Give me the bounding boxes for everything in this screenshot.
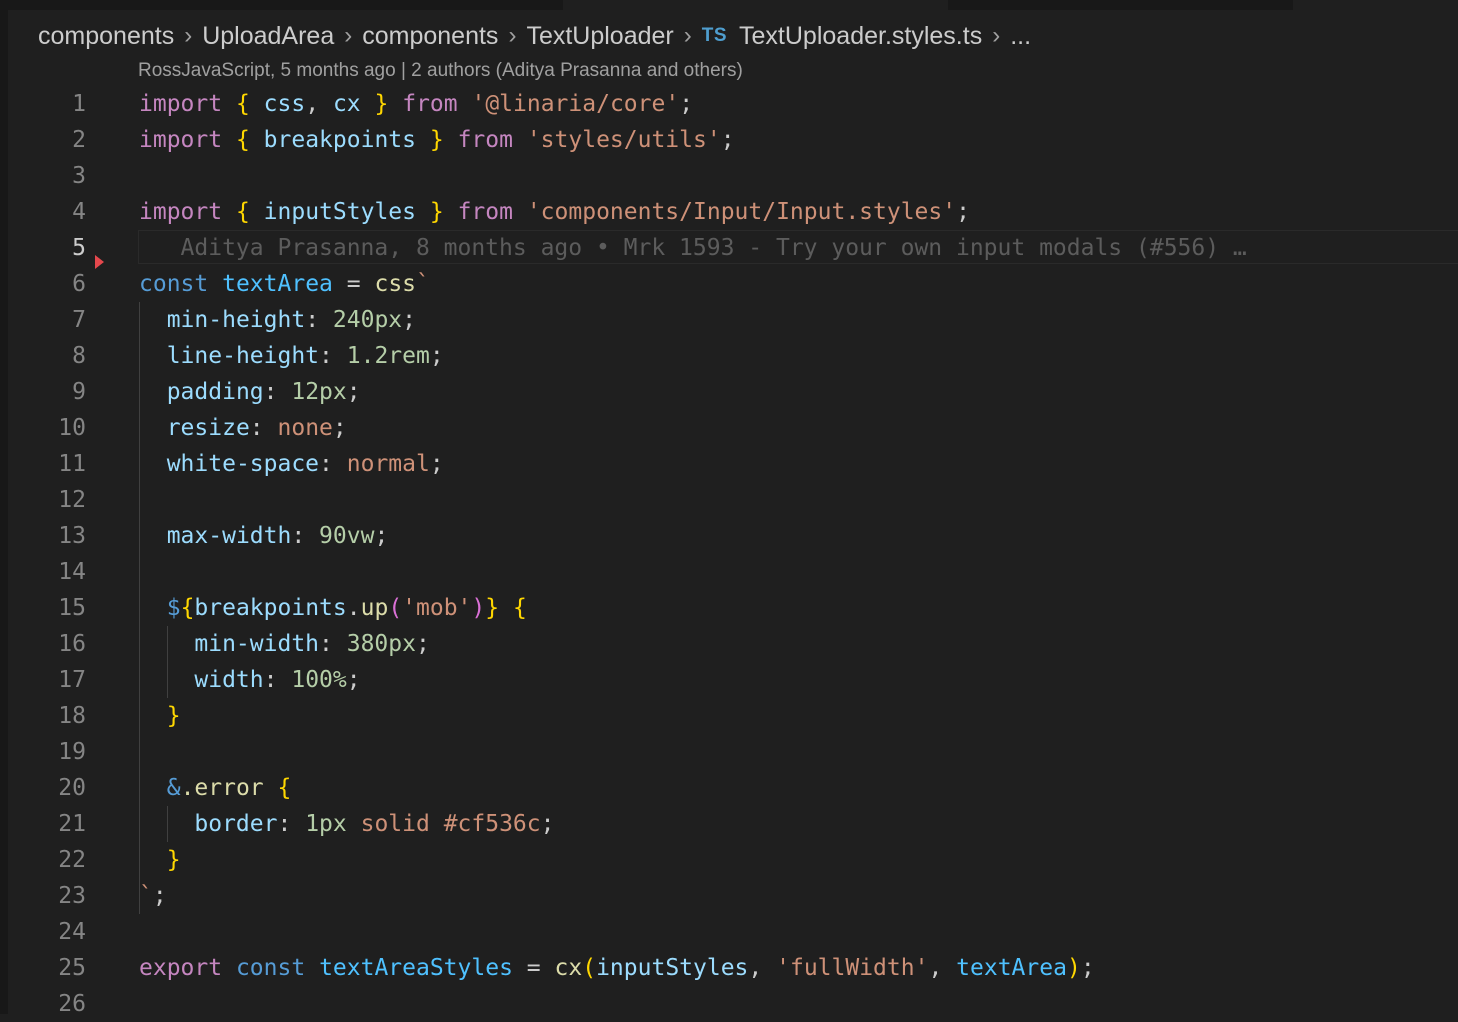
code-line[interactable]: 14 [0,554,1458,590]
breadcrumb-item-uploadarea[interactable]: UploadArea [202,22,334,51]
git-deleted-lines-marker-icon[interactable] [95,255,104,269]
code-line[interactable]: 11 white-space: normal; [0,446,1458,482]
code-line-current[interactable]: 5 Aditya Prasanna, 8 months ago • Mrk 15… [0,230,1458,266]
code-line[interactable]: 17 width: 100%; [0,662,1458,698]
tab-inactive-gap [1293,0,1458,10]
line-number: 8 [72,343,86,369]
breadcrumb-item-components[interactable]: components [38,22,174,51]
chevron-right-icon: › [992,22,1001,49]
inline-blame: Aditya Prasanna, 8 months ago • Mrk 1593… [180,235,1247,261]
code-line[interactable]: 9 padding: 12px; [0,374,1458,410]
code-line[interactable]: 12 [0,482,1458,518]
line-number: 9 [72,379,86,405]
line-number: 10 [58,415,86,441]
line-number: 21 [58,811,86,837]
code-line[interactable]: 19 [0,734,1458,770]
breadcrumb: components › UploadArea › components › T… [38,16,1031,56]
code-line[interactable]: 6 const textArea = css` [0,255,1458,302]
line-content: line-height: 1.2rem; [166,343,444,369]
line-number: 14 [58,559,86,585]
line-number: 5 [72,235,86,261]
code-line[interactable]: 1 import { css, cx } from '@linaria/core… [0,86,1458,122]
code-line[interactable]: 2 import { breakpoints } from 'styles/ut… [0,122,1458,158]
line-number: 3 [72,163,86,189]
line-number: 17 [58,667,86,693]
line-number: 26 [58,991,86,1017]
breadcrumb-item-components[interactable]: components [362,22,498,51]
tab-active[interactable] [563,0,948,10]
line-number: 18 [58,703,86,729]
line-content: resize: none; [166,415,347,441]
line-number: 19 [58,739,86,765]
typescript-file-icon: TS [701,25,728,46]
line-content: padding: 12px; [166,379,361,405]
code-line[interactable]: 22 } [0,842,1458,878]
code-editor[interactable]: 1 import { css, cx } from '@linaria/core… [0,86,1458,1022]
code-line[interactable]: 25 export const textAreaStyles = cx(inpu… [0,950,1458,986]
codelens-blame[interactable]: RossJavaScript, 5 months ago | 2 authors… [138,56,743,86]
line-number: 6 [72,271,86,297]
code-line[interactable]: 26 [0,986,1458,1022]
code-line[interactable]: 3 [0,158,1458,194]
tab-bar [8,0,1458,10]
line-content: `; [139,883,167,909]
line-content: max-width: 90vw; [166,523,389,549]
line-content: width: 100%; [194,667,361,693]
line-number: 1 [72,91,86,117]
line-content: ${breakpoints.up('mob')} { [166,595,527,621]
chevron-right-icon: › [683,22,692,49]
line-content: white-space: normal; [166,451,444,477]
line-number: 7 [72,307,86,333]
line-number: 24 [58,919,86,945]
line-content: &.error { [166,775,292,801]
line-content: export const textAreaStyles = cx(inputSt… [139,955,1095,981]
code-line[interactable]: 20 &.error { [0,770,1458,806]
line-number: 22 [58,847,86,873]
breadcrumb-item-file[interactable]: TextUploader.styles.ts [739,22,982,51]
line-content: import { breakpoints } from 'styles/util… [139,127,735,153]
code-line[interactable]: 24 [0,914,1458,950]
line-content: min-height: 240px; [166,307,417,333]
line-number: 16 [58,631,86,657]
line-number: 2 [72,127,86,153]
code-line[interactable]: 13 max-width: 90vw; [0,518,1458,554]
code-line[interactable]: 23 `; [0,878,1458,914]
code-line[interactable]: 10 resize: none; [0,410,1458,446]
chevron-right-icon: › [344,22,353,49]
code-line[interactable]: 16 min-width: 380px; [0,626,1458,662]
line-content: border: 1px solid #cf536c; [194,811,555,837]
line-content: } [166,847,181,873]
chevron-right-icon: › [184,22,193,49]
line-number: 13 [58,523,86,549]
code-line[interactable]: 18 } [0,698,1458,734]
line-number: 4 [72,199,86,225]
line-number: 25 [58,955,86,981]
line-number: 23 [58,883,86,909]
breadcrumb-more[interactable]: ... [1010,22,1031,51]
chevron-right-icon: › [508,22,517,49]
line-number: 12 [58,487,86,513]
line-content: Aditya Prasanna, 8 months ago • Mrk 1593… [139,230,1458,266]
line-number: 15 [58,595,86,621]
code-line[interactable]: 4 import { inputStyles } from 'component… [0,194,1458,230]
line-content: import { inputStyles } from 'components/… [139,199,970,225]
code-line[interactable]: 21 border: 1px solid #cf536c; [0,806,1458,842]
breadcrumb-item-textuploader[interactable]: TextUploader [526,22,673,51]
line-number: 20 [58,775,86,801]
line-content: import { css, cx } from '@linaria/core'; [139,91,694,117]
line-number: 11 [58,451,86,477]
line-content: } [166,703,181,729]
code-line[interactable]: 15 ${breakpoints.up('mob')} { [0,590,1458,626]
code-line[interactable]: 7 min-height: 240px; [0,302,1458,338]
code-line[interactable]: 8 line-height: 1.2rem; [0,338,1458,374]
line-content: min-width: 380px; [194,631,430,657]
line-content: const textArea = css` [139,271,430,297]
